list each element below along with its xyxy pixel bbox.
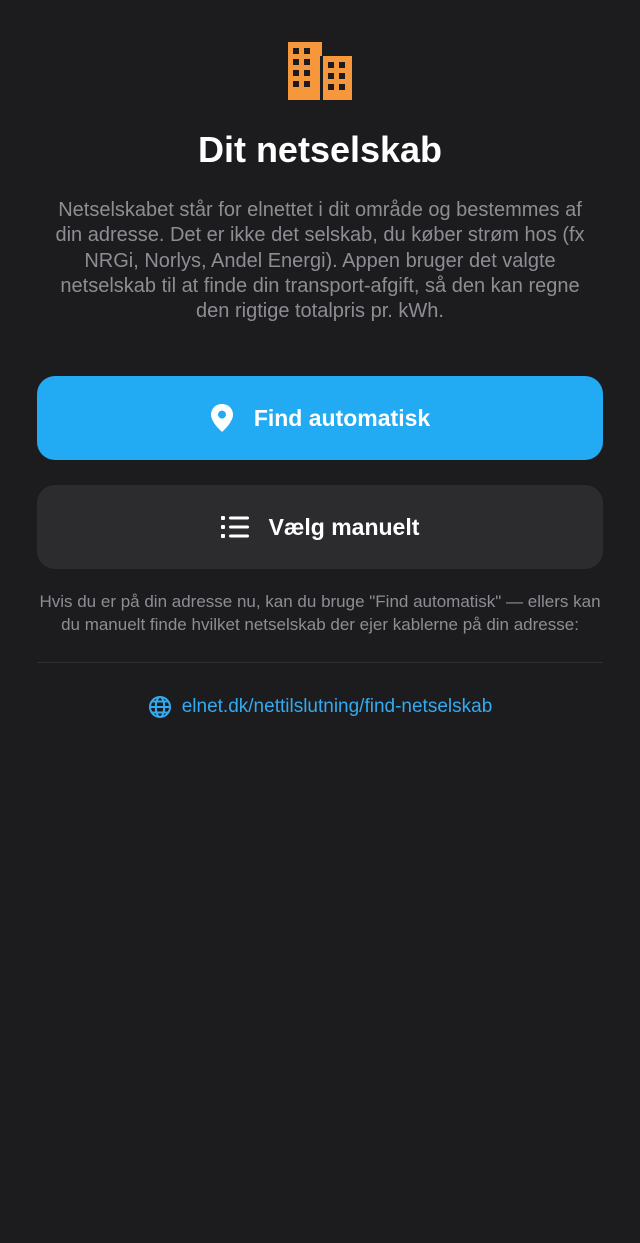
netselskab-screen: Dit netselskab Netselskabet står for eln… [0, 0, 640, 1243]
logo-container [37, 0, 603, 100]
divider [37, 662, 603, 664]
list-icon [220, 516, 249, 539]
find-automatically-label: Find automatisk [253, 404, 431, 431]
page-title: Dit netselskab [197, 129, 443, 170]
find-netselskab-link[interactable]: elnet.dk/nettilslutning/find-netselskab [37, 695, 603, 719]
page-description: Netselskabet står for elnettet i dit omr… [55, 199, 585, 323]
choose-manually-button[interactable]: Vælg manuelt [37, 485, 603, 570]
choose-manually-label: Vælg manuelt [268, 513, 420, 540]
hint-text: Hvis du er på din adresse nu, kan du bru… [39, 592, 601, 634]
building-icon [288, 42, 352, 100]
link-url: elnet.dk/nettilslutning/find-netselskab [181, 696, 493, 718]
globe-icon [148, 695, 172, 719]
location-pin-icon [210, 404, 234, 433]
find-automatically-button[interactable]: Find automatisk [37, 376, 603, 461]
